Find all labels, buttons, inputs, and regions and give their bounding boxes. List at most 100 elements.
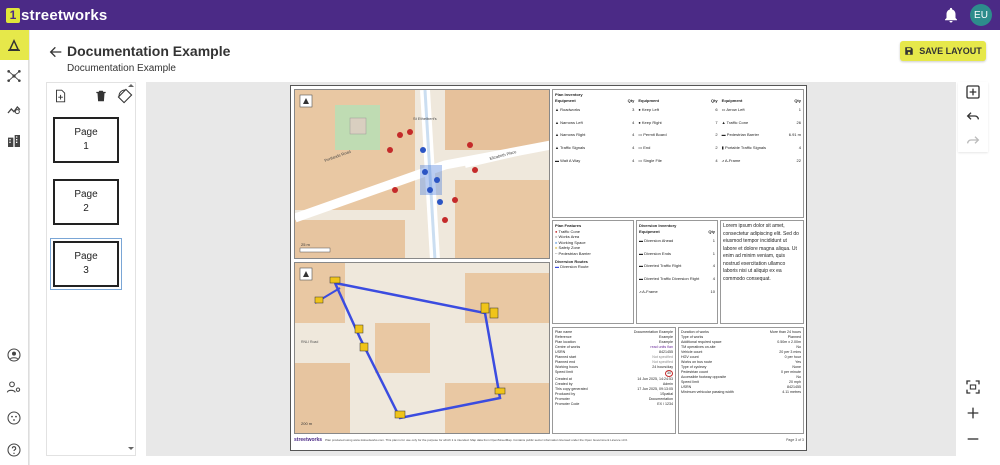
redo-icon[interactable]	[965, 132, 981, 148]
inventory-item: Traffic Signals	[560, 144, 586, 150]
page-thumbnail-2[interactable]: Page 2	[53, 179, 119, 225]
delete-page-icon[interactable]	[94, 89, 108, 103]
notifications-bell-icon[interactable]	[942, 6, 960, 24]
nav-account-icon[interactable]	[4, 345, 24, 365]
inventory-col-header: Equipment	[721, 97, 743, 103]
inventory-item: Keep Left	[641, 107, 659, 113]
inventory-qty: 4	[715, 157, 718, 163]
save-icon	[905, 47, 913, 55]
diversion-item: A-Frame	[642, 288, 658, 294]
nav-roadworks-icon[interactable]	[4, 35, 24, 55]
page-number: 1	[83, 141, 89, 152]
inventory-item: End	[643, 144, 651, 150]
save-layout-label: SAVE LAYOUT	[919, 46, 982, 56]
add-element-icon[interactable]	[965, 84, 981, 100]
fit-to-screen-icon[interactable]	[965, 379, 981, 395]
inventory-qty: 4	[632, 144, 635, 150]
page-label: Page	[74, 127, 98, 138]
document-page[interactable]: 25 m Portlands Road Elizabeth Place St E…	[290, 85, 807, 451]
inventory-qty: 1	[798, 107, 801, 113]
inventory-item: Keep Right	[641, 119, 662, 125]
scale-bar-label: 200 m	[301, 421, 313, 426]
plan-features-panel: Plan Features ● Traffic Cone ■ Works Are…	[552, 220, 634, 324]
user-avatar[interactable]: EU	[970, 4, 992, 26]
inventory-column-2: Equipment Qty ● Keep Left 6 ● Keep Right 7 …	[638, 97, 718, 163]
inventory-col-header: Qty	[794, 97, 801, 103]
works-area-map[interactable]: 25 m Portlands Road Elizabeth Place St E…	[294, 89, 550, 259]
page-number: 2	[83, 203, 89, 214]
top-app-bar: 1 streetworks EU	[0, 0, 1000, 30]
nav-admin-icon[interactable]	[4, 377, 24, 397]
inventory-qty: 4	[632, 119, 635, 125]
app-logo[interactable]: 1 streetworks	[6, 7, 107, 24]
inventory-col-header: Qty	[710, 97, 718, 103]
inventory-item: Portable Traffic Signals	[724, 144, 767, 150]
notes-text: Lorem ipsum dolor sit amet, consectetur …	[723, 223, 799, 282]
page-label: Page	[74, 251, 98, 262]
diversion-item: Diverted Traffic Diversion Right	[644, 275, 700, 281]
zoom-toolbar	[958, 375, 988, 453]
inventory-item: Pedestrian Barrier	[726, 132, 760, 138]
page-thumbnail-1[interactable]: Page 1	[53, 117, 119, 163]
page-number-label: Page 3 of 3	[786, 438, 804, 442]
street-label: St Ethelbert's	[413, 116, 437, 121]
inventory-column-3: Equipment Qty ▭ Arrow Left 1 ▲ Traffic Con…	[721, 97, 801, 163]
nav-help-icon[interactable]	[4, 440, 24, 460]
diversion-qty: 1	[712, 250, 715, 256]
inventory-qty: 2	[715, 132, 718, 138]
page-label: Page	[74, 189, 98, 200]
save-layout-button[interactable]: SAVE LAYOUT	[900, 41, 986, 61]
pages-panel: Page 1 Page 2 Page 3	[46, 82, 136, 456]
nav-buildings-icon[interactable]	[4, 131, 24, 151]
page-thumbnail-3[interactable]: Page 3	[50, 238, 122, 290]
edit-toolbar	[958, 82, 988, 152]
inventory-item: Permit Board	[643, 132, 667, 138]
inventory-qty: 6.91 m	[788, 132, 801, 138]
add-page-icon[interactable]	[53, 89, 67, 103]
diversion-qty: 10	[710, 288, 715, 294]
notes-panel: Lorem ipsum dolor sit amet, consectetur …	[720, 220, 804, 324]
diversion-qty: 4	[712, 275, 715, 281]
pages-scrollbar[interactable]	[127, 82, 135, 452]
inventory-item: Narrows Right	[560, 132, 586, 138]
feature-item: Works Area	[558, 234, 580, 240]
diversion-qty: 1	[712, 238, 715, 244]
inventory-qty: 2	[715, 144, 718, 150]
logo-mark: 1	[6, 7, 20, 23]
nav-network-icon[interactable]	[4, 66, 24, 86]
diversion-map[interactable]: 200 m RNLI Road	[294, 262, 550, 434]
nav-support-icon[interactable]	[4, 408, 24, 428]
page-subtitle: Documentation Example	[67, 63, 176, 74]
inventory-item: Single File	[643, 157, 662, 163]
zoom-in-icon[interactable]	[965, 405, 981, 421]
zoom-out-icon[interactable]	[965, 431, 981, 447]
inventory-qty: 7	[715, 119, 718, 125]
inventory-col-header: Qty	[708, 228, 715, 234]
inventory-item: Traffic Cone	[726, 119, 749, 125]
diversion-qty: 4	[712, 263, 715, 269]
inventory-item: Arrow Left	[726, 107, 745, 113]
route-item: Diversion Route	[560, 264, 589, 270]
inventory-qty: 4	[632, 157, 635, 163]
inventory-qty: 4	[632, 132, 635, 138]
feature-item: Traffic Cone	[558, 228, 581, 234]
inventory-qty: 26	[796, 119, 801, 125]
inventory-col-header: Equipment	[638, 97, 659, 103]
inventory-col-header: Equipment	[555, 97, 576, 103]
document-footer: streetworks Plan produced using www.1str…	[294, 433, 804, 447]
nav-analytics-icon[interactable]	[4, 99, 24, 119]
back-arrow-icon[interactable]	[48, 44, 64, 60]
inventory-qty: 6	[715, 107, 718, 113]
diversion-item: Diverted Traffic Right	[644, 263, 682, 269]
logo-text: streetworks	[21, 6, 108, 24]
page-title: Documentation Example	[67, 43, 231, 59]
diversion-map-drawing: 200 m RNLI Road	[295, 263, 549, 433]
detail-value: EX / 1234	[657, 402, 673, 407]
inventory-qty: 3	[632, 107, 635, 113]
undo-icon[interactable]	[965, 108, 981, 124]
diversion-item: Diversion Ends	[644, 250, 672, 256]
detail-key: Minimum vehicular passing width	[681, 390, 734, 395]
inventory-column-1: Equipment Qty ▲ Roadworks 3 ▲ Narrows Left…	[555, 97, 635, 163]
inventory-item: Roadworks	[560, 107, 581, 113]
feature-item: Safety Zone	[558, 245, 581, 251]
